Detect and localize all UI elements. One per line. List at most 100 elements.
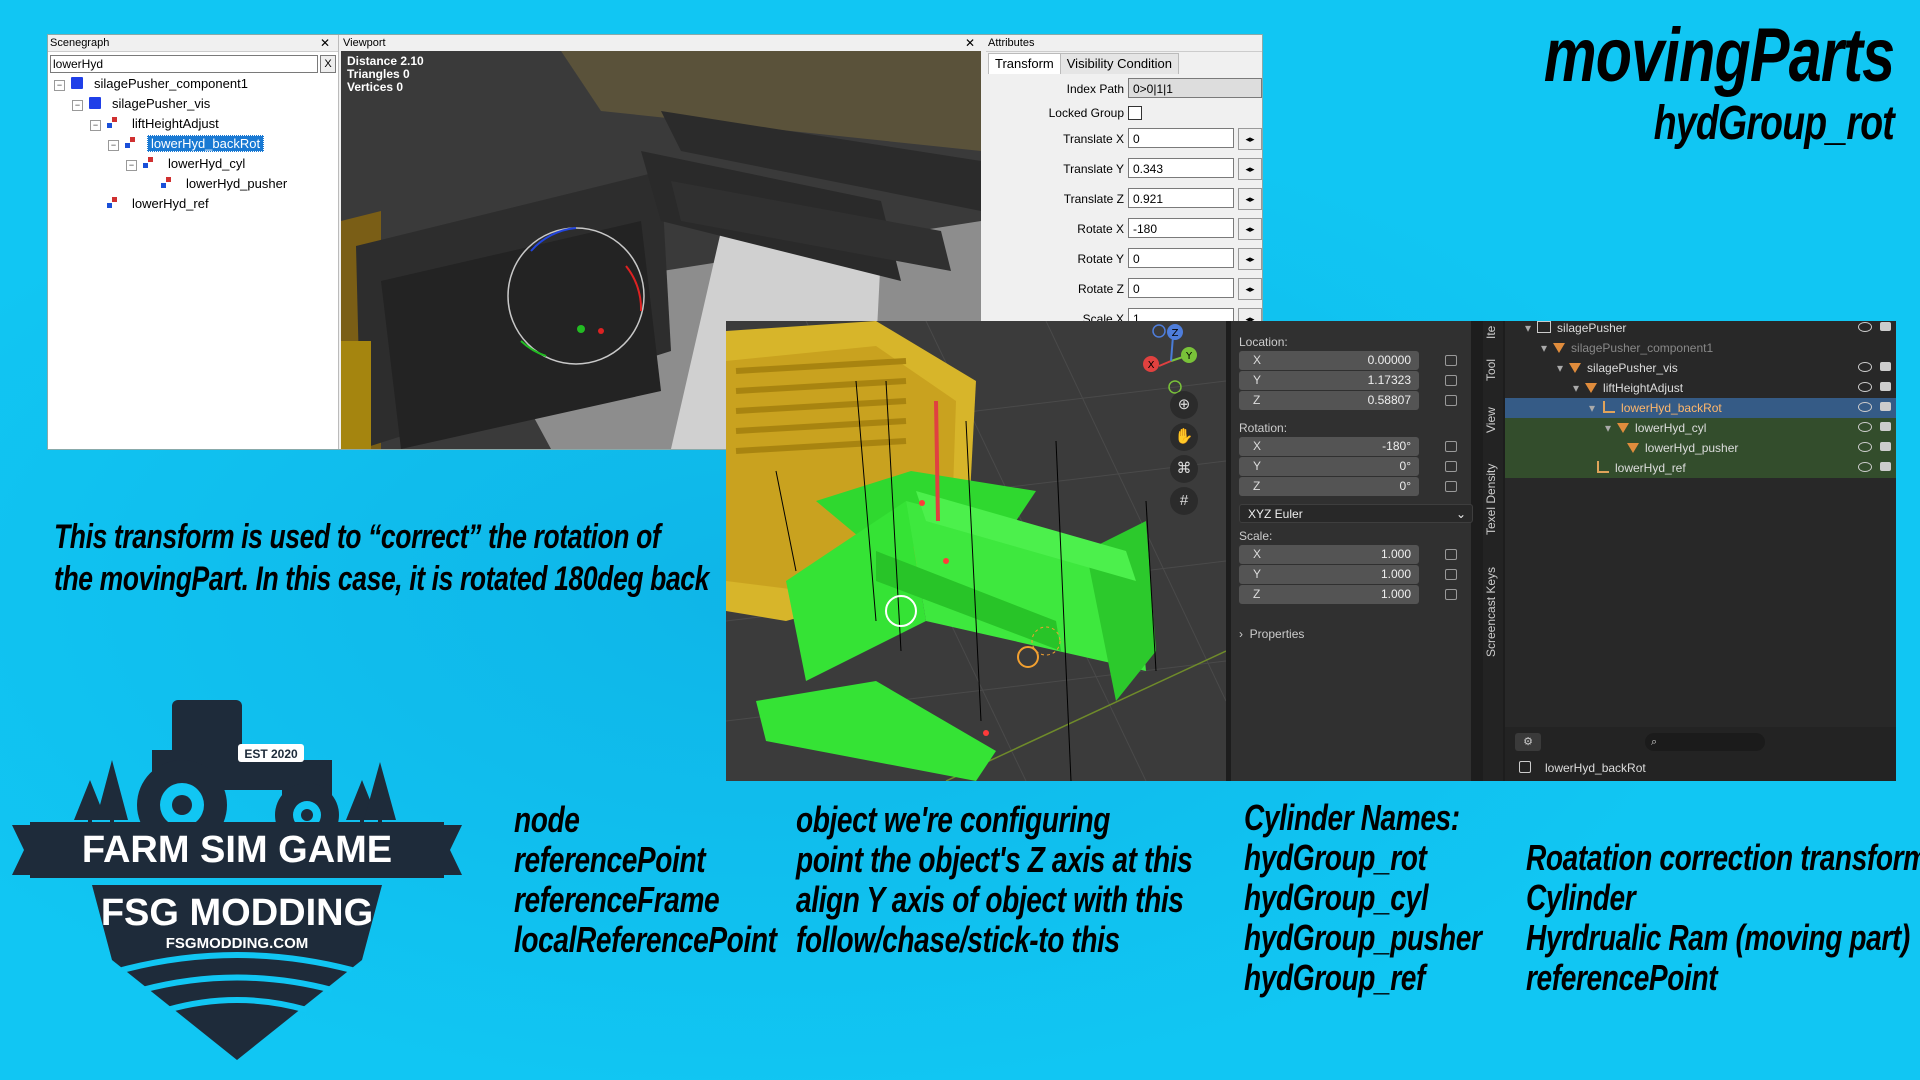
location-x-field[interactable]: X 0.00000 [1239,351,1419,370]
tab-transform[interactable]: Transform [988,53,1061,74]
collapse-icon[interactable]: − [54,80,65,91]
spin-arrows-icon[interactable]: ◂▸ [1238,248,1262,270]
logo-est: EST 2020 [244,747,298,761]
lock-icon[interactable] [1445,441,1457,452]
spin-arrows-icon[interactable]: ◂▸ [1238,158,1262,180]
scenegraph-node[interactable]: − lowerHyd_cyl [126,155,248,173]
outliner-item[interactable]: lowerHyd_ref [1505,458,1896,478]
attribute-input[interactable]: 0 [1128,278,1234,298]
render-camera-icon[interactable] [1880,442,1891,451]
tab-texel-density[interactable]: Texel Density [1484,464,1498,535]
cylinder-role-1: Roatation correction transform [1526,837,1920,878]
eye-icon[interactable] [1858,422,1872,432]
scenegraph-search-input[interactable]: lowerHyd [50,55,318,73]
tab-tool[interactable]: Tool [1484,359,1498,381]
tab-item[interactable]: Ite [1484,321,1498,339]
collapse-icon[interactable]: − [108,140,119,151]
spin-arrows-icon[interactable]: ◂▸ [1238,218,1262,240]
scale-y-field[interactable]: Y 1.000 [1239,565,1419,584]
outliner-item[interactable]: lowerHyd_pusher [1505,438,1896,458]
attribute-input[interactable]: -180 [1128,218,1234,238]
axis-value: 1.17323 [1367,373,1411,387]
rotation-x-field[interactable]: X -180° [1239,437,1419,456]
legend-col-roles: node referencePoint referenceFrame local… [514,800,777,960]
properties-section[interactable]: › Properties [1239,627,1304,641]
outliner-search-icon[interactable]: ⌕ [1645,733,1765,751]
outliner-item[interactable]: ▾ silagePusher [1505,321,1896,338]
scenegraph-node[interactable]: − lowerHyd_backRot [108,135,265,153]
filter-icon[interactable]: ⚙ [1515,733,1541,751]
blender-viewport[interactable]: X Y Z ⊕ ✋ ⌘ # [726,321,1226,781]
viewport-close-icon[interactable]: ✕ [965,35,975,51]
collapse-icon[interactable]: − [72,100,83,111]
eye-icon[interactable] [1858,442,1872,452]
render-camera-icon[interactable] [1880,402,1891,411]
render-camera-icon[interactable] [1880,382,1891,391]
locked-group-checkbox[interactable] [1128,106,1142,120]
pan-hand-icon[interactable]: ✋ [1170,423,1198,451]
attribute-input[interactable]: 0 [1128,248,1234,268]
scale-x-field[interactable]: X 1.000 [1239,545,1419,564]
collapse-icon[interactable]: − [126,160,137,171]
eye-icon[interactable] [1858,382,1872,392]
scenegraph-node-label: lowerHyd_backRot [147,135,265,152]
attribute-input[interactable]: 0.343 [1128,158,1234,178]
location-z-field[interactable]: Z 0.58807 [1239,391,1419,410]
scale-z-field[interactable]: Z 1.000 [1239,585,1419,604]
render-camera-icon[interactable] [1880,322,1891,331]
spin-arrows-icon[interactable]: ◂▸ [1238,128,1262,150]
collapse-icon[interactable]: − [90,120,101,131]
scenegraph-node-label: silagePusher_component1 [94,76,248,91]
lock-icon[interactable] [1445,481,1457,492]
rotation-y-field[interactable]: Y 0° [1239,457,1419,476]
outliner-item[interactable]: ▾ lowerHyd_cyl [1505,418,1896,438]
lock-icon[interactable] [1445,589,1457,600]
eye-icon[interactable] [1858,362,1872,372]
disclosure-icon[interactable]: ▾ [1525,321,1531,335]
scenegraph-node[interactable]: − silagePusher_vis [72,95,213,113]
render-camera-icon[interactable] [1880,362,1891,371]
location-y-field[interactable]: Y 1.17323 [1239,371,1419,390]
zoom-icon[interactable]: ⊕ [1170,391,1198,419]
tab-screencast-keys[interactable]: Screencast Keys [1484,567,1498,657]
grid-icon[interactable]: # [1170,487,1198,515]
spin-arrows-icon[interactable]: ◂▸ [1238,278,1262,300]
outliner-item[interactable]: ▾ lowerHyd_backRot [1505,398,1896,418]
eye-icon[interactable] [1858,322,1872,332]
disclosure-icon[interactable]: ▾ [1573,381,1579,395]
tab-view[interactable]: View [1484,407,1498,433]
outliner-item[interactable]: ▾ silagePusher_component1 [1505,338,1896,358]
lock-icon[interactable] [1445,549,1457,560]
scenegraph-close-icon[interactable]: ✕ [320,35,330,51]
outliner-item[interactable]: ▾ silagePusher_vis [1505,358,1896,378]
outliner-item[interactable]: ▾ liftHeightAdjust [1505,378,1896,398]
lock-icon[interactable] [1445,569,1457,580]
navigation-gizmo[interactable]: X Y Z [1131,321,1211,401]
attribute-input[interactable]: 0.921 [1128,188,1234,208]
disclosure-icon[interactable]: ▾ [1541,341,1547,355]
eye-icon[interactable] [1858,402,1872,412]
attribute-input[interactable]: 0 [1128,128,1234,148]
disclosure-icon[interactable]: ▾ [1589,401,1595,415]
scenegraph-node[interactable]: lowerHyd_ref [90,195,212,213]
lock-icon[interactable] [1445,395,1457,406]
rotation-z-field[interactable]: Z 0° [1239,477,1419,496]
rotation-label: Rotation: [1239,421,1288,435]
lock-icon[interactable] [1445,375,1457,386]
spin-arrows-icon[interactable]: ◂▸ [1238,188,1262,210]
lock-icon[interactable] [1445,461,1457,472]
eye-icon[interactable] [1858,462,1872,472]
scenegraph-node[interactable]: − silagePusher_component1 [54,75,251,93]
render-camera-icon[interactable] [1880,422,1891,431]
render-camera-icon[interactable] [1880,462,1891,471]
disclosure-icon[interactable]: ▾ [1557,361,1563,375]
scenegraph-node[interactable]: − liftHeightAdjust [90,115,222,133]
tab-visibility-condition[interactable]: Visibility Condition [1059,53,1180,74]
disclosure-icon[interactable]: ▾ [1605,421,1611,435]
scenegraph-node[interactable]: lowerHyd_pusher [144,175,290,193]
scenegraph-clear-button[interactable]: X [320,55,336,73]
cylinder-name-cyl: hydGroup_cyl [1244,877,1429,918]
lock-icon[interactable] [1445,355,1457,366]
camera-icon[interactable]: ⌘ [1170,455,1198,483]
rotation-mode-dropdown[interactable]: XYZ Euler ⌄ [1239,504,1473,523]
